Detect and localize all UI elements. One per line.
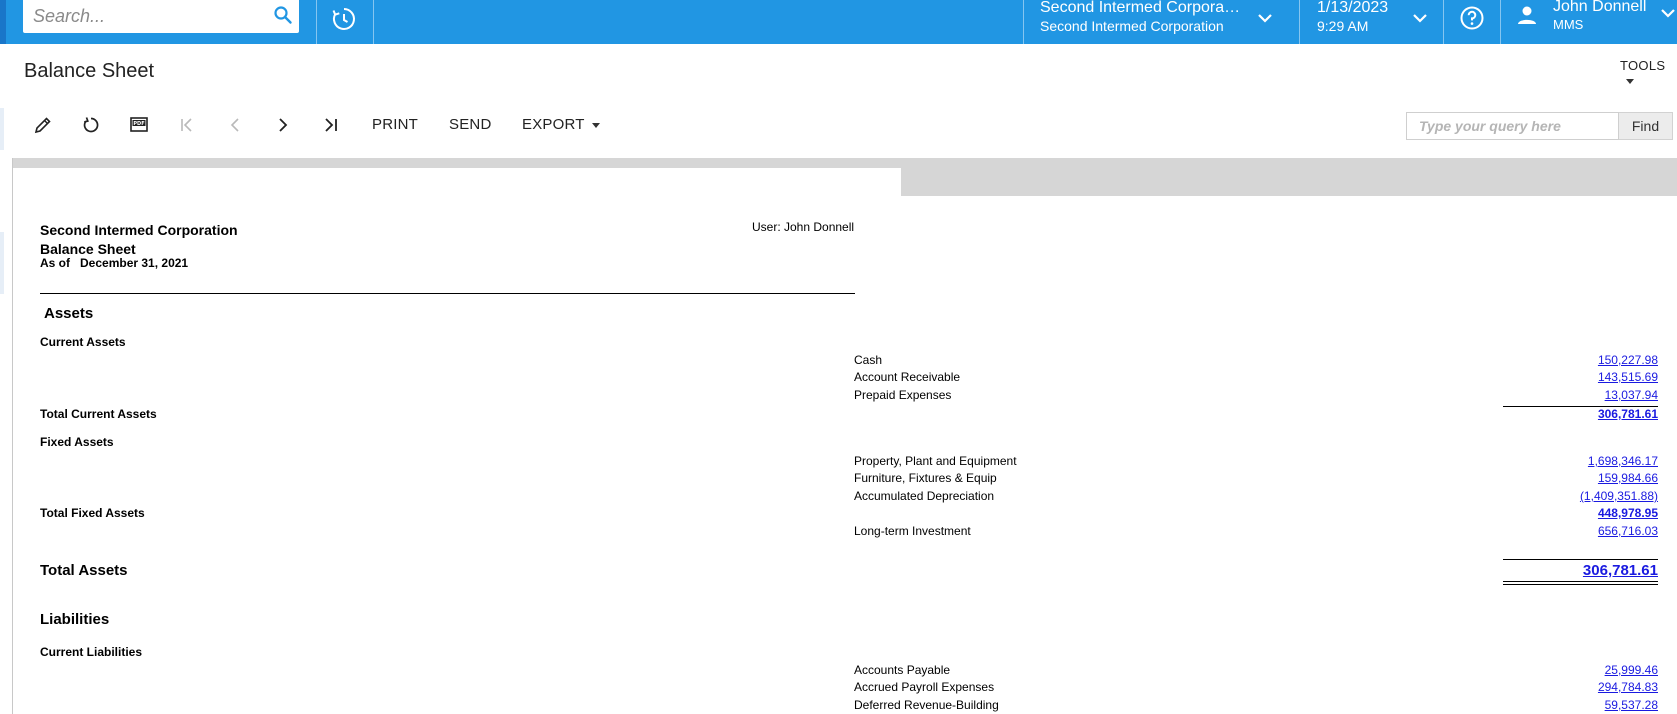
double-rule-top (1503, 581, 1658, 582)
total-assets-label: Total Assets (40, 562, 128, 579)
tools-menu[interactable]: TOOLS (1620, 58, 1677, 88)
recent-history-icon[interactable] (330, 5, 358, 33)
current-liabilities-heading: Current Liabilities (40, 645, 143, 659)
svg-text:PDF: PDF (133, 121, 144, 127)
next-page-button[interactable] (272, 114, 294, 136)
report-company: Second Intermed Corporation (40, 222, 238, 238)
nav-marker (0, 232, 4, 294)
query-box[interactable] (1406, 112, 1619, 140)
line-label: Accounts Payable (854, 663, 951, 677)
find-button[interactable]: Find (1619, 112, 1673, 140)
amount-link[interactable]: 294,784.83 (1598, 680, 1658, 694)
user-company: MMS (1553, 17, 1584, 32)
line-label: Prepaid Expenses (854, 388, 952, 402)
query-input[interactable] (1417, 117, 1611, 135)
business-date-selector[interactable]: 1/13/2023 9:29 AM (1300, 0, 1460, 44)
first-page-icon (181, 118, 192, 132)
page-title: Balance Sheet (24, 60, 155, 82)
amount-link[interactable]: 13,037.94 (1605, 388, 1658, 402)
chevron-down-icon[interactable] (1659, 4, 1677, 22)
previous-page-icon (230, 118, 239, 132)
business-time: 9:29 AM (1317, 18, 1369, 34)
user-name: John Donnell (1553, 0, 1647, 15)
user-avatar-icon (1518, 6, 1536, 24)
divider (1443, 0, 1444, 44)
report-frame-tab (901, 168, 1677, 196)
edit-button[interactable] (32, 114, 54, 136)
caret-down-icon (1626, 79, 1634, 85)
branch-selector[interactable]: Second Intermed Corpora… Second Intermed… (1024, 0, 1299, 44)
divider (316, 0, 317, 44)
next-page-icon (279, 118, 288, 132)
top-bar: Second Intermed Corpora… Second Intermed… (0, 0, 1677, 44)
branch-name: Second Intermed Corpora… (1040, 0, 1241, 16)
amount-link[interactable]: 656,716.03 (1598, 524, 1658, 538)
total-assets-amount[interactable]: 306,781.61 (1583, 562, 1658, 579)
edit-icon (34, 117, 51, 134)
total-fixed-assets-amount[interactable]: 448,978.95 (1598, 506, 1658, 520)
amount-link[interactable]: 59,537.28 (1605, 698, 1658, 712)
line-label: Accrued Payroll Expenses (854, 680, 995, 694)
report-frame-band (13, 158, 1677, 168)
export-label: EXPORT (522, 116, 585, 133)
amount-link[interactable]: 25,999.46 (1605, 663, 1658, 677)
report-title: Balance Sheet (40, 241, 136, 257)
tools-label: TOOLS (1620, 58, 1666, 73)
search-input[interactable] (31, 3, 265, 29)
divider (373, 0, 374, 44)
global-search[interactable] (23, 0, 299, 33)
amount-link[interactable]: 150,227.98 (1598, 353, 1658, 367)
line-label: Long-term Investment (854, 524, 971, 538)
nav-marker (0, 108, 4, 150)
line-label: Account Receivable (854, 370, 961, 384)
send-button[interactable]: SEND (449, 116, 491, 133)
report-user: User: John Donnell (752, 220, 855, 234)
total-rule (1503, 559, 1658, 560)
total-fixed-assets-label: Total Fixed Assets (40, 506, 145, 520)
print-button[interactable]: PRINT (372, 116, 418, 133)
line-label: Deferred Revenue-Building (854, 698, 999, 712)
total-current-assets-amount[interactable]: 306,781.61 (1598, 407, 1658, 421)
line-label: Furniture, Fixtures & Equip (854, 471, 997, 485)
first-page-button[interactable] (176, 114, 198, 136)
liabilities-heading: Liabilities (40, 611, 110, 628)
as-of-label: As of (40, 256, 70, 270)
help-icon[interactable] (1459, 5, 1485, 31)
branch-company: Second Intermed Corporation (1040, 18, 1224, 34)
caret-down-icon (591, 122, 600, 128)
amount-link[interactable]: 159,984.66 (1598, 471, 1658, 485)
export-button[interactable]: EXPORT (522, 116, 600, 133)
search-icon[interactable] (273, 5, 293, 25)
user-menu[interactable]: John Donnell MMS (1501, 0, 1677, 44)
total-current-assets-label: Total Current Assets (40, 407, 157, 421)
business-date: 1/13/2023 (1317, 0, 1389, 16)
chevron-down-icon[interactable] (1411, 9, 1429, 27)
menu-strip[interactable] (0, 0, 6, 44)
pdf-icon: PDF (130, 117, 148, 132)
line-label: Property, Plant and Equipment (854, 454, 1017, 468)
current-assets-heading: Current Assets (40, 335, 126, 349)
refresh-button[interactable] (80, 114, 102, 136)
fixed-assets-heading: Fixed Assets (40, 435, 114, 449)
line-label: Accumulated Depreciation (854, 489, 995, 503)
header-rule (40, 293, 855, 294)
pdf-button[interactable]: PDF (128, 114, 150, 136)
amount-link[interactable]: 143,515.69 (1598, 370, 1658, 384)
report-frame-edge (12, 158, 13, 714)
line-label: Cash (854, 353, 883, 367)
assets-heading: Assets (44, 305, 94, 322)
last-page-icon (325, 118, 337, 132)
chevron-down-icon[interactable] (1256, 9, 1274, 27)
amount-link[interactable]: 1,698,346.17 (1588, 454, 1658, 468)
previous-page-button[interactable] (224, 114, 246, 136)
refresh-icon (83, 117, 99, 133)
as-of-date: December 31, 2021 (80, 256, 189, 270)
last-page-button[interactable] (320, 114, 342, 136)
report-as-of: As of December 31, 2021 (40, 256, 188, 270)
amount-link[interactable]: (1,409,351.88) (1580, 489, 1658, 503)
double-rule-bottom (1503, 584, 1658, 585)
